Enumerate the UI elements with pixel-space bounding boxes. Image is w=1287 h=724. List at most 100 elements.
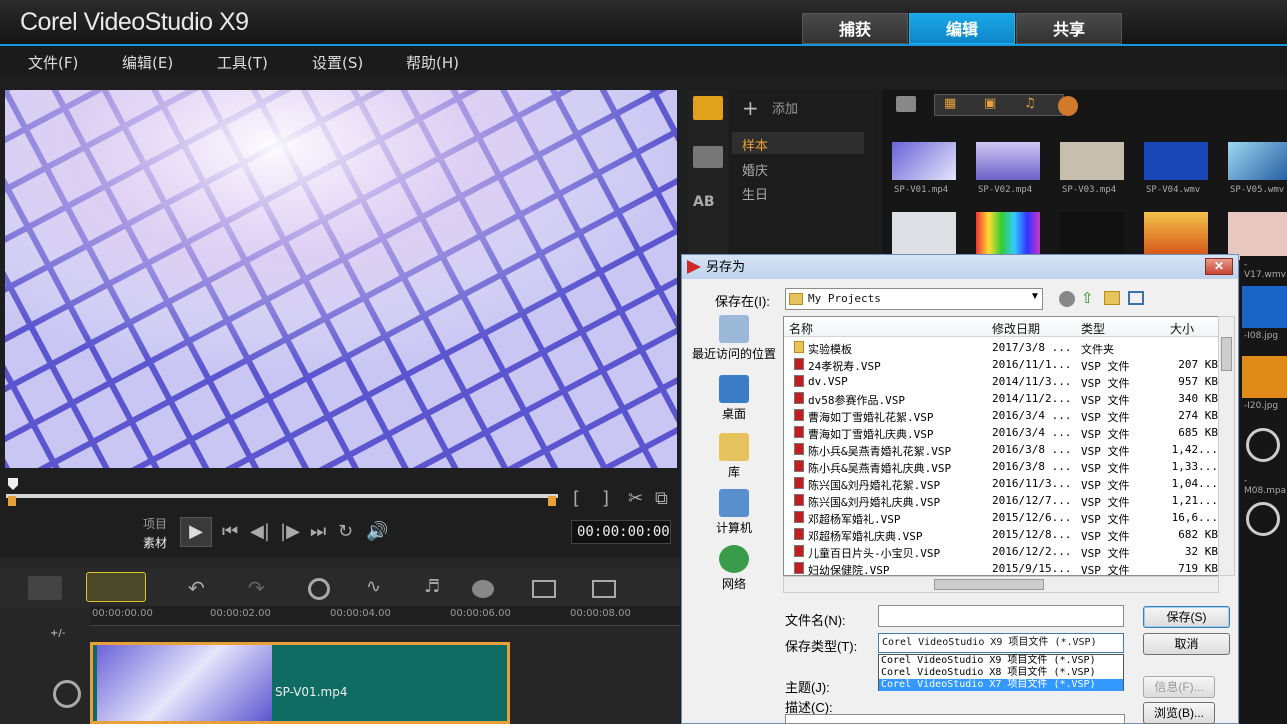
file-row[interactable]: 陈兴国&刘丹婚礼花絮.VSP 2016/11/3... VSP 文件 1,04... <box>784 475 1218 492</box>
new-folder-icon[interactable] <box>1104 291 1120 305</box>
file-list[interactable]: 名称 修改日期 类型 大小 实验模板 2017/3/8 ... 文件夹 24孝祝寿.V… <box>783 316 1219 576</box>
volume-icon[interactable]: 🔊 <box>366 521 388 542</box>
place-recent[interactable]: 最近访问的位置 <box>688 315 780 362</box>
thumb-testcard[interactable] <box>976 212 1040 260</box>
thumb-sp-v02[interactable] <box>976 142 1040 180</box>
repeat-icon[interactable]: ↻ <box>338 521 353 542</box>
category-birthday[interactable]: 生日 <box>742 184 768 203</box>
subtitle-icon[interactable] <box>532 580 556 598</box>
file-row[interactable]: dv58参赛作品.VSP 2014/11/2... VSP 文件 340 KB <box>784 390 1218 407</box>
thumb-sp-v01[interactable] <box>892 142 956 180</box>
thumb-side-orange[interactable] <box>1242 356 1287 398</box>
timeline-view-icon[interactable] <box>86 572 146 602</box>
preview-window[interactable] <box>5 90 677 468</box>
save-button[interactable]: 保存(S) <box>1143 606 1230 628</box>
audio-filter-icon[interactable]: ♫ <box>1024 96 1036 111</box>
scroll-thumb[interactable] <box>1221 337 1232 371</box>
thumb-side-blue[interactable] <box>1242 286 1287 328</box>
mark-in-button[interactable]: [ <box>573 488 580 509</box>
file-row[interactable]: 24孝祝寿.VSP 2016/11/1... VSP 文件 207 KB <box>784 356 1218 373</box>
time-ruler[interactable]: 00:00:00.00 00:00:02.00 00:00:04.00 00:0… <box>90 606 680 626</box>
thumb-dark[interactable] <box>1060 212 1124 260</box>
trim-start-handle[interactable] <box>8 496 16 506</box>
file-row[interactable]: 陈小兵&吴燕青婚礼庆典.VSP 2016/3/8 ... VSP 文件 1,33... <box>784 458 1218 475</box>
reel-icon[interactable] <box>1058 96 1078 116</box>
trim-end-handle[interactable] <box>548 496 556 506</box>
filename-input[interactable] <box>878 605 1124 627</box>
menu-edit[interactable]: 编辑(E) <box>122 52 173 73</box>
file-row[interactable]: 实验模板 2017/3/8 ... 文件夹 <box>784 339 1218 356</box>
file-row[interactable]: dv.VSP 2014/11/3... VSP 文件 957 KB <box>784 373 1218 390</box>
timeline-clip[interactable]: SP-V01.mp4 <box>90 642 510 724</box>
category-wedding[interactable]: 婚庆 <box>742 160 768 179</box>
scrub-bar[interactable] <box>6 494 558 498</box>
add-label[interactable]: 添加 <box>772 98 798 117</box>
tab-share[interactable]: 共享 <box>1016 13 1122 44</box>
save-type-option[interactable]: Corel VideoStudio X9 项目文件 (*.VSP) <box>879 655 1123 667</box>
timecode-field[interactable]: 00:00:00:00 <box>571 520 671 544</box>
column-date[interactable]: 修改日期 <box>992 320 1040 337</box>
place-network[interactable]: 网络 <box>688 545 780 592</box>
menu-tools[interactable]: 工具(T) <box>217 52 268 73</box>
transition-icon[interactable] <box>693 146 723 168</box>
view-menu-icon[interactable] <box>1128 291 1144 305</box>
redo-icon[interactable]: ↷ <box>248 576 265 600</box>
info-button[interactable]: 信息(F)... <box>1143 676 1215 698</box>
file-row[interactable]: 邓超杨军婚礼.VSP 2015/12/6... VSP 文件 16,6... <box>784 509 1218 526</box>
save-type-option[interactable]: Corel VideoStudio X7 项目文件 (*.VSP) <box>879 679 1123 691</box>
menu-settings[interactable]: 设置(S) <box>312 52 363 73</box>
save-type-option[interactable]: Corel VideoStudio X8 项目文件 (*.VSP) <box>879 667 1123 679</box>
video-track-icon[interactable] <box>53 680 81 708</box>
save-in-dropdown[interactable]: My Projects <box>785 288 1043 310</box>
motion-icon[interactable] <box>472 580 494 598</box>
cancel-button[interactable]: 取消 <box>1143 633 1230 655</box>
file-row[interactable]: 曹海如丁雪婚礼庆典.VSP 2016/3/4 ... VSP 文件 685 KB <box>784 424 1218 441</box>
place-libraries[interactable]: 库 <box>688 433 780 480</box>
prev-frame-icon[interactable]: ◀| <box>250 521 270 542</box>
enlarge-icon[interactable]: ⧉ <box>655 488 668 509</box>
title-icon[interactable]: AB <box>693 194 723 216</box>
file-row[interactable]: 曹海如丁雪婚礼花絮.VSP 2016/3/4 ... VSP 文件 274 KB <box>784 407 1218 424</box>
thumb-pink[interactable] <box>1228 212 1287 260</box>
mode-project-label[interactable]: 项目 <box>143 515 167 532</box>
photo-filter-icon[interactable]: ▣ <box>984 96 996 111</box>
save-type-select[interactable]: Corel VideoStudio X9 项目文件 (*.VSP) <box>878 633 1124 653</box>
close-button[interactable]: ✕ <box>1205 258 1233 275</box>
thumb-sp-v03[interactable] <box>1060 142 1124 180</box>
folder-icon[interactable] <box>896 96 916 112</box>
horizontal-scrollbar[interactable] <box>783 576 1219 593</box>
place-desktop[interactable]: 桌面 <box>688 375 780 422</box>
menu-help[interactable]: 帮助(H) <box>406 52 459 73</box>
file-row[interactable]: 妇幼保健院.VSP 2015/9/15... VSP 文件 719 KB <box>784 560 1218 575</box>
file-row[interactable]: 儿童百日片头-小宝贝.VSP 2016/12/2... VSP 文件 32 KB <box>784 543 1218 560</box>
file-row[interactable]: 陈兴国&刘丹婚礼庆典.VSP 2016/12/7... VSP 文件 1,21... <box>784 492 1218 509</box>
column-name[interactable]: 名称 <box>789 320 813 337</box>
mark-out-button[interactable]: ] <box>602 488 609 509</box>
end-icon[interactable]: ⏭ <box>310 521 326 542</box>
playhead-marker[interactable] <box>8 478 18 490</box>
audio-disc-icon[interactable] <box>1246 502 1280 536</box>
file-row[interactable]: 陈小兵&吴燕青婚礼花絮.VSP 2016/3/8 ... VSP 文件 1,42... <box>784 441 1218 458</box>
browse-button[interactable]: 浏览(B)... <box>1143 702 1215 724</box>
up-folder-icon[interactable]: ⇧ <box>1081 289 1094 307</box>
column-type[interactable]: 类型 <box>1081 320 1105 337</box>
thumb-sp-v05[interactable] <box>1228 142 1287 180</box>
undo-icon[interactable]: ↶ <box>188 576 205 600</box>
multi-camera-icon[interactable] <box>592 580 616 598</box>
thumb-sp-v04[interactable] <box>1144 142 1208 180</box>
video-filter-icon[interactable]: ▦ <box>944 96 956 111</box>
mode-clip-label[interactable]: 素材 <box>143 534 167 551</box>
media-icon[interactable] <box>693 96 723 120</box>
home-icon[interactable]: ⏮ <box>222 521 238 542</box>
thumb-computer[interactable] <box>892 212 956 260</box>
menu-file[interactable]: 文件(F) <box>28 52 78 73</box>
place-computer[interactable]: 计算机 <box>688 489 780 536</box>
column-size[interactable]: 大小 <box>1170 320 1194 337</box>
description-input[interactable] <box>785 714 1125 724</box>
scroll-thumb[interactable] <box>934 579 1044 590</box>
audio-disc-icon[interactable] <box>1246 428 1280 462</box>
storyboard-view-icon[interactable] <box>28 576 62 600</box>
next-frame-icon[interactable]: |▶ <box>280 521 300 542</box>
back-icon[interactable] <box>1059 291 1075 307</box>
tab-capture[interactable]: 捕获 <box>802 13 908 44</box>
